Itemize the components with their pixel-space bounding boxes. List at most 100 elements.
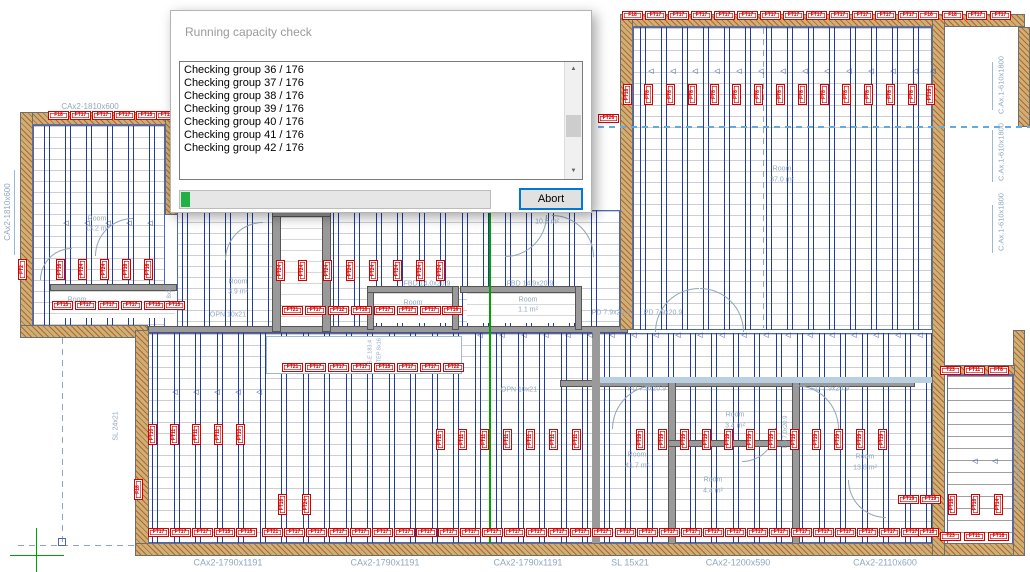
plan-label: PD 7.0x20.9 xyxy=(783,415,789,448)
plan-label: C.Ax.1-610x1800 xyxy=(997,56,1005,114)
frame-tag: FT12 xyxy=(328,306,349,315)
scroll-up-icon[interactable]: ▲ xyxy=(565,62,582,77)
frame-tag: FT17 xyxy=(570,528,591,537)
frame-tag: F16 xyxy=(918,11,939,20)
frame-tag: FT17 xyxy=(875,11,896,20)
joist-line xyxy=(711,333,717,543)
joist-marker-icon: ◁ xyxy=(647,68,655,76)
plan-label: 1.1 m² xyxy=(518,307,538,314)
frame-tag: FT8 xyxy=(842,84,851,105)
joist-marker-icon: ◁ xyxy=(691,68,699,76)
frame-tag: FT17 xyxy=(747,528,768,537)
frame-tag: FT18 xyxy=(278,494,287,515)
frame-tag: F18 xyxy=(48,111,69,120)
joist-marker-icon: ◁ xyxy=(916,332,924,340)
joist-marker-icon: ◁ xyxy=(125,220,133,228)
scroll-down-icon[interactable]: ▼ xyxy=(565,164,582,179)
plan-line xyxy=(62,338,63,546)
frame-tag: FT17 xyxy=(170,528,191,537)
plan-label: C.Ax.1-610x1800 xyxy=(997,193,1005,251)
frame-tag: FT8 xyxy=(776,84,785,105)
frame-tag: FT11 xyxy=(503,429,512,450)
joist-marker-icon: ◁ xyxy=(740,332,748,340)
plan-line xyxy=(489,183,491,543)
plan-label: SL 15x21 xyxy=(611,559,649,568)
plan-label: FBD 14.0x20.9 xyxy=(404,281,451,288)
frame-tag: FT17 xyxy=(857,528,878,537)
joist-marker-icon: ◁ xyxy=(542,332,550,340)
frame-tag: FT17 xyxy=(372,528,393,537)
frame-tag: FT17 xyxy=(397,306,418,315)
joist-marker-icon: ◁ xyxy=(911,68,919,76)
interior-wall xyxy=(668,380,676,546)
frame-tag: FT17 xyxy=(75,301,96,310)
frame-tag: FT17 xyxy=(760,11,781,20)
frame-tag: FT15 xyxy=(136,111,157,120)
frame-tag: FT21 xyxy=(282,306,303,315)
frame-tag: FT22 xyxy=(443,363,464,372)
joist-line xyxy=(647,333,653,543)
log-listbox[interactable]: Checking group 36 / 176Checking group 37… xyxy=(179,61,583,180)
joist-line xyxy=(733,333,739,543)
frame-tag: FT16 xyxy=(926,84,935,105)
frame-tag: FT17 xyxy=(806,11,827,20)
frame-tag: FT17 xyxy=(394,528,415,537)
frame-tag: FT8 xyxy=(644,84,653,105)
frame-tag: F18 xyxy=(622,11,643,20)
frame-tag: FT17 xyxy=(769,528,790,537)
joist-line xyxy=(703,27,709,330)
frame-tag: FT8 xyxy=(798,84,807,105)
frame-tag: FT17 xyxy=(416,528,437,537)
joist-line xyxy=(661,27,667,330)
joist-marker-icon: ◁ xyxy=(652,332,660,340)
joist-line xyxy=(518,333,524,543)
frame-tag: FT19 xyxy=(680,429,689,450)
frame-tag: FT8 xyxy=(732,84,741,105)
frame-tag: FT11 xyxy=(436,429,445,450)
joist-marker-icon: ◁ xyxy=(192,389,200,397)
frame-tag: FT17 xyxy=(835,528,856,537)
stair-label: S.E 183.4 xyxy=(368,340,374,364)
joist-marker-icon: ◁ xyxy=(801,68,809,76)
joist-marker-icon: ◁ xyxy=(889,68,897,76)
joist-marker-icon: ◁ xyxy=(718,332,726,340)
joist-line xyxy=(539,333,545,543)
joist-marker-icon: ◁ xyxy=(850,332,858,340)
frame-tag: FT18 xyxy=(988,532,1009,541)
log-line: Checking group 38 / 176 xyxy=(184,90,562,103)
scrollbar[interactable]: ▲ ▼ xyxy=(564,62,582,179)
frame-tag: FT19 xyxy=(746,429,755,450)
frame-tag: FT17 xyxy=(306,528,327,537)
joist-marker-icon: ◁ xyxy=(564,332,572,340)
plan-label: Room xyxy=(88,216,107,223)
joist-marker-icon: ◁ xyxy=(669,68,677,76)
log-line: Checking group 42 / 176 xyxy=(184,142,562,155)
joist-line xyxy=(182,210,188,328)
frame-tag: FT17 xyxy=(592,528,613,537)
joist-marker-icon: ◁ xyxy=(762,332,770,340)
joist-marker-icon: ◁ xyxy=(630,332,638,340)
frame-tag: FT8 xyxy=(820,84,829,105)
scrollbar-thumb[interactable] xyxy=(566,115,581,137)
plan-label: CAx2-1790x1191 xyxy=(494,559,563,568)
abort-button[interactable]: Abort xyxy=(519,188,583,210)
frame-tag: FT19 xyxy=(812,429,821,450)
joist-marker-icon: ◁ xyxy=(784,332,792,340)
joist-line xyxy=(260,333,266,543)
frame-tag: FT8 xyxy=(908,84,917,105)
joist-marker-icon: ◁ xyxy=(476,332,484,340)
joist-marker-icon: ◁ xyxy=(757,68,765,76)
frame-tag: FT17 xyxy=(879,528,900,537)
joist-line xyxy=(724,27,730,330)
frame-tag: FT15 xyxy=(374,363,395,372)
frame-tag: FT17 xyxy=(92,111,113,120)
frame-tag: FT15 xyxy=(144,301,165,310)
frame-tag: FT19 xyxy=(856,429,865,450)
plan-label: Room xyxy=(628,452,647,459)
frame-tag: FT16 xyxy=(56,259,65,280)
frame-tag: FT17 xyxy=(637,528,658,537)
joist-marker-icon: ◁ xyxy=(234,389,242,397)
frame-tag: FT17 xyxy=(852,11,873,20)
plan-label: 4.4 m² xyxy=(703,488,723,495)
joist-line xyxy=(204,210,210,328)
